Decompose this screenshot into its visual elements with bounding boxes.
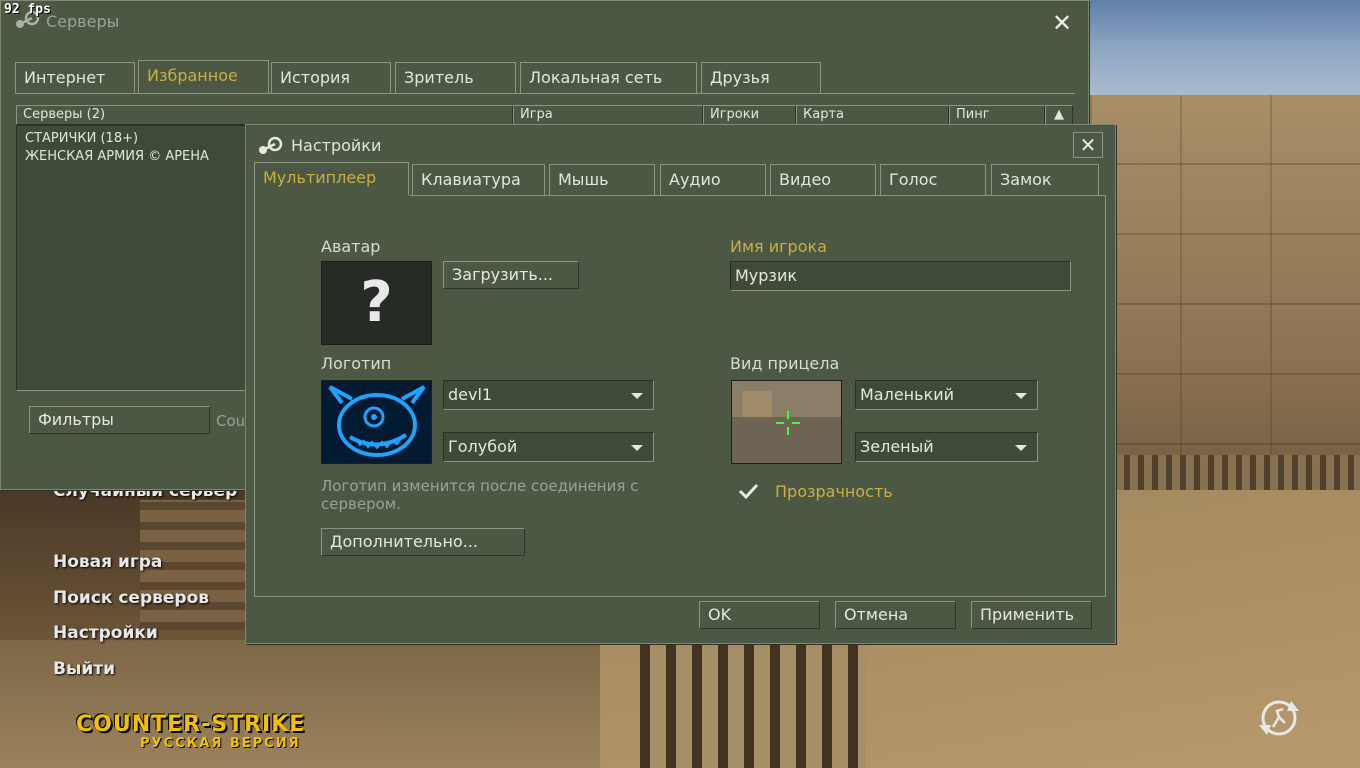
avatar-label: Аватар <box>321 237 381 256</box>
menu-settings[interactable]: Настройки <box>53 623 158 643</box>
advanced-button[interactable]: Дополнительно... <box>321 528 525 556</box>
tab-voice[interactable]: Голос <box>880 164 986 195</box>
menu-quit[interactable]: Выйти <box>53 659 115 679</box>
apply-button[interactable]: Применить <box>971 601 1092 629</box>
stone-wall <box>1090 95 1360 515</box>
dialog-title: Настройки <box>291 136 382 155</box>
crosshair-icon <box>732 381 841 463</box>
upload-button[interactable]: Загрузить... <box>443 261 579 289</box>
tab-spectator[interactable]: Зритель <box>395 62 516 93</box>
tab-internet[interactable]: Интернет <box>15 62 135 93</box>
ok-button[interactable]: OK <box>699 601 820 629</box>
logo-note: Логотип изменится после соединения с сер… <box>321 477 639 513</box>
transparency-checkbox[interactable] <box>736 480 760 502</box>
column-servers[interactable]: Серверы (2) <box>16 105 513 125</box>
tab-video[interactable]: Видео <box>770 164 876 195</box>
close-icon[interactable]: ✕ <box>1052 11 1072 35</box>
crosshair-size-value: Маленький <box>860 385 955 404</box>
column-ping[interactable]: Пинг <box>949 105 1045 125</box>
fps-counter: 92 fps <box>4 2 51 17</box>
logo-select[interactable]: devl1 <box>443 380 654 410</box>
close-icon[interactable]: ✕ <box>1073 132 1103 158</box>
window-title: Серверы <box>46 12 120 31</box>
filter-status: Cou <box>216 412 246 430</box>
cancel-button[interactable]: Отмена <box>835 601 956 629</box>
crosshair-color-value: Зеленый <box>860 437 934 456</box>
logo-color-select[interactable]: Голубой <box>443 432 654 462</box>
menu-new-game[interactable]: Новая игра <box>53 552 162 572</box>
tab-divider <box>15 93 1075 94</box>
avatar-placeholder: ? <box>360 270 393 335</box>
crosshair-preview <box>731 380 842 464</box>
server-row[interactable]: ЖЕНСКАЯ АРМИЯ © АРЕНА <box>25 149 209 164</box>
scroll-up-icon[interactable]: ▲ <box>1045 105 1073 125</box>
devil-logo-icon <box>328 385 426 457</box>
column-players[interactable]: Игроки <box>703 105 796 125</box>
logo-title: COUNTER-STRIKE <box>76 712 306 737</box>
chevron-down-icon <box>1015 393 1027 399</box>
tab-lock[interactable]: Замок <box>991 164 1099 195</box>
logo-color-value: Голубой <box>448 437 518 456</box>
avatar: ? <box>321 261 432 345</box>
tab-history[interactable]: История <box>271 62 391 93</box>
player-name-input[interactable]: Мурзик <box>730 261 1071 291</box>
spray-logo-image <box>321 380 432 464</box>
transparency-label[interactable]: Прозрачность <box>775 482 893 501</box>
tab-mouse[interactable]: Мышь <box>549 164 655 195</box>
tab-audio[interactable]: Аудио <box>660 164 766 195</box>
logo-subtitle: РУССКАЯ ВЕРСИЯ <box>140 736 301 751</box>
tab-multiplayer[interactable]: Мультиплеер <box>254 162 409 195</box>
column-map[interactable]: Карта <box>796 105 949 125</box>
crosshair-color-select[interactable]: Зеленый <box>855 432 1038 462</box>
crosshair-label: Вид прицела <box>730 354 840 373</box>
chevron-down-icon <box>631 445 643 451</box>
logo-select-value: devl1 <box>448 385 493 404</box>
crate <box>640 640 865 768</box>
logo-label: Логотип <box>321 354 392 373</box>
tab-favorites[interactable]: Избранное <box>138 60 269 93</box>
server-row[interactable]: СТАРИЧКИ (18+) <box>25 131 138 146</box>
player-name-label: Имя игрока <box>730 237 827 256</box>
refresh-icon[interactable] <box>1255 697 1303 739</box>
column-game[interactable]: Игра <box>513 105 703 125</box>
crosshair-size-select[interactable]: Маленький <box>855 380 1038 410</box>
tab-lan[interactable]: Локальная сеть <box>520 62 697 93</box>
chevron-down-icon <box>1015 445 1027 451</box>
filters-button[interactable]: Фильтры <box>29 406 210 434</box>
menu-find-servers[interactable]: Поиск серверов <box>53 588 209 608</box>
tab-keyboard[interactable]: Клавиатура <box>412 164 545 195</box>
tab-friends[interactable]: Друзья <box>701 62 821 93</box>
chevron-down-icon <box>631 393 643 399</box>
steam-icon <box>259 136 283 154</box>
counter-strike-logo: COUNTER-STRIKE РУССКАЯ ВЕРСИЯ <box>76 712 386 756</box>
